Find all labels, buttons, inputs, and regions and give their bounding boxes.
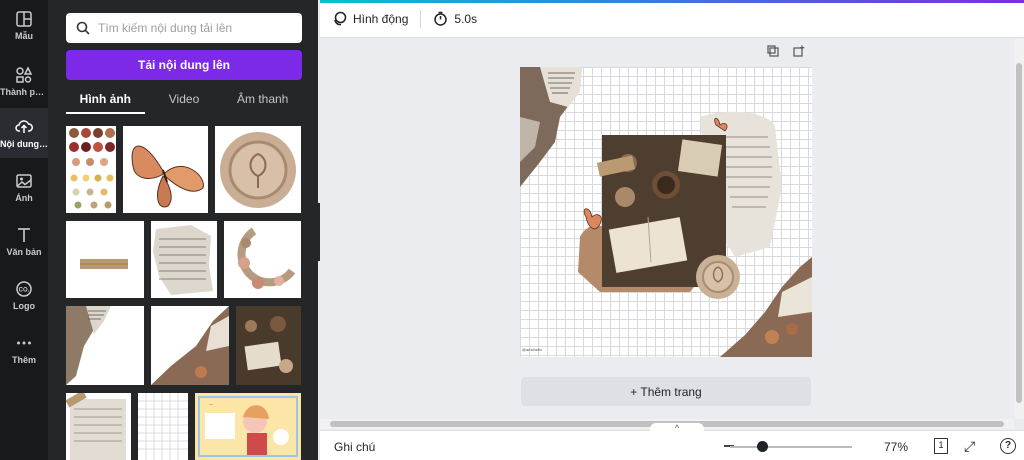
zoom-slider-track[interactable] xyxy=(730,446,852,448)
text-icon xyxy=(18,227,30,242)
upload-thumbnail-anime-card[interactable]: ~ xyxy=(195,393,301,460)
upload-thumbnail-note-paper[interactable] xyxy=(66,393,131,460)
logo-icon: CO. xyxy=(16,280,32,297)
rail-item-label: Mẫu xyxy=(15,30,33,41)
vertical-scroll-thumb[interactable] xyxy=(1016,63,1022,403)
upload-thumbnail-grid-paper[interactable] xyxy=(138,393,188,460)
collage-caption: @aesthetic xyxy=(522,347,542,352)
animation-label: Hình động xyxy=(353,11,409,26)
media-tabs: Hình ảnh Video Âm thanh xyxy=(66,86,302,114)
page-actions xyxy=(767,45,805,57)
top-accent-strip xyxy=(320,0,1024,3)
rail-item-label: Ảnh xyxy=(15,192,33,203)
rail-item-label: Thành phần xyxy=(0,86,48,97)
add-page-button[interactable]: + Thêm trang xyxy=(521,377,811,406)
timer-icon xyxy=(434,11,448,26)
search-box[interactable] xyxy=(66,13,302,43)
search-icon xyxy=(76,21,90,35)
bottom-bar: Ghi chú ^ 77% 1 ⤢ ? xyxy=(320,423,1024,460)
tab-audio[interactable]: Âm thanh xyxy=(223,86,302,114)
rail-item-uploads[interactable]: Nội dung ... xyxy=(0,108,48,158)
add-page-icon[interactable] xyxy=(793,45,805,57)
zoom-level[interactable]: 77% xyxy=(884,440,908,454)
upload-cloud-icon xyxy=(15,119,33,133)
rail-item-label: Văn bản xyxy=(6,246,42,257)
collage-artwork: @aesthetic xyxy=(520,67,812,357)
search-input[interactable] xyxy=(98,21,302,35)
upload-thumbnail-flowers[interactable] xyxy=(66,126,116,213)
rail-item-elements[interactable]: Thành phần xyxy=(0,56,48,106)
duration-button[interactable]: 5.0s xyxy=(433,11,477,26)
rail-item-more[interactable]: Thêm xyxy=(0,324,48,374)
upload-thumbnail-corner-collage-top[interactable] xyxy=(66,306,144,385)
upload-thumbnail-flower-wreath[interactable] xyxy=(224,221,301,298)
animation-icon xyxy=(334,11,347,26)
rail-item-text[interactable]: Văn bản xyxy=(0,216,48,266)
photo-icon xyxy=(16,173,32,188)
duration-label: 5.0s xyxy=(454,11,478,26)
tab-video[interactable]: Video xyxy=(145,86,224,114)
upload-thumbnail-corner-collage-bottom[interactable] xyxy=(151,306,229,385)
top-toolbar: Hình động 5.0s xyxy=(320,0,1024,38)
template-icon xyxy=(16,10,32,27)
rail-item-label: Thêm xyxy=(11,354,36,365)
animation-button[interactable]: Hình động xyxy=(332,11,408,26)
help-button[interactable]: ? xyxy=(1000,438,1016,454)
zoom-slider-knob[interactable] xyxy=(757,441,769,452)
upload-thumbnail-butterfly[interactable] xyxy=(123,126,208,213)
upload-thumbnail-torn-paper[interactable] xyxy=(151,221,217,298)
upload-media-button[interactable]: Tải nội dung lên xyxy=(66,50,302,80)
upload-thumbnail-wax-seal[interactable] xyxy=(215,126,301,213)
upload-thumbnail-tape[interactable] xyxy=(66,221,144,298)
svg-text:CO.: CO. xyxy=(19,287,30,293)
chevron-up-icon: ^ xyxy=(674,423,680,433)
upload-thumbnail-desk-photo[interactable] xyxy=(236,306,301,385)
notes-button[interactable]: Ghi chú xyxy=(334,440,375,454)
editor-app: Mẫu Thành phần Nội dung ... Ảnh Văn bản … xyxy=(0,0,1024,460)
more-icon xyxy=(17,341,31,344)
rail-item-photos[interactable]: Ảnh xyxy=(0,162,48,212)
left-rail: Mẫu Thành phần Nội dung ... Ảnh Văn bản … xyxy=(0,0,48,460)
rail-item-label: Nội dung ... xyxy=(0,138,48,149)
rail-item-label: Logo xyxy=(13,300,35,311)
page-count-button[interactable]: 1 xyxy=(934,438,948,454)
rail-item-logo[interactable]: CO. Logo xyxy=(0,270,48,320)
svg-text:~: ~ xyxy=(209,402,213,409)
toolbar-divider xyxy=(420,9,422,28)
tab-images[interactable]: Hình ảnh xyxy=(66,86,145,114)
design-page[interactable]: @aesthetic xyxy=(520,67,812,357)
expand-pages-tab[interactable]: ^ xyxy=(650,423,704,435)
fullscreen-icon[interactable]: ⤢ xyxy=(964,438,975,455)
vertical-scrollbar[interactable] xyxy=(1014,39,1024,419)
rail-item-templates[interactable]: Mẫu xyxy=(0,0,48,50)
uploads-panel: Tải nội dung lên Hình ảnh Video Âm thanh xyxy=(48,0,318,460)
duplicate-page-icon[interactable] xyxy=(767,45,779,57)
elements-icon xyxy=(16,65,33,83)
